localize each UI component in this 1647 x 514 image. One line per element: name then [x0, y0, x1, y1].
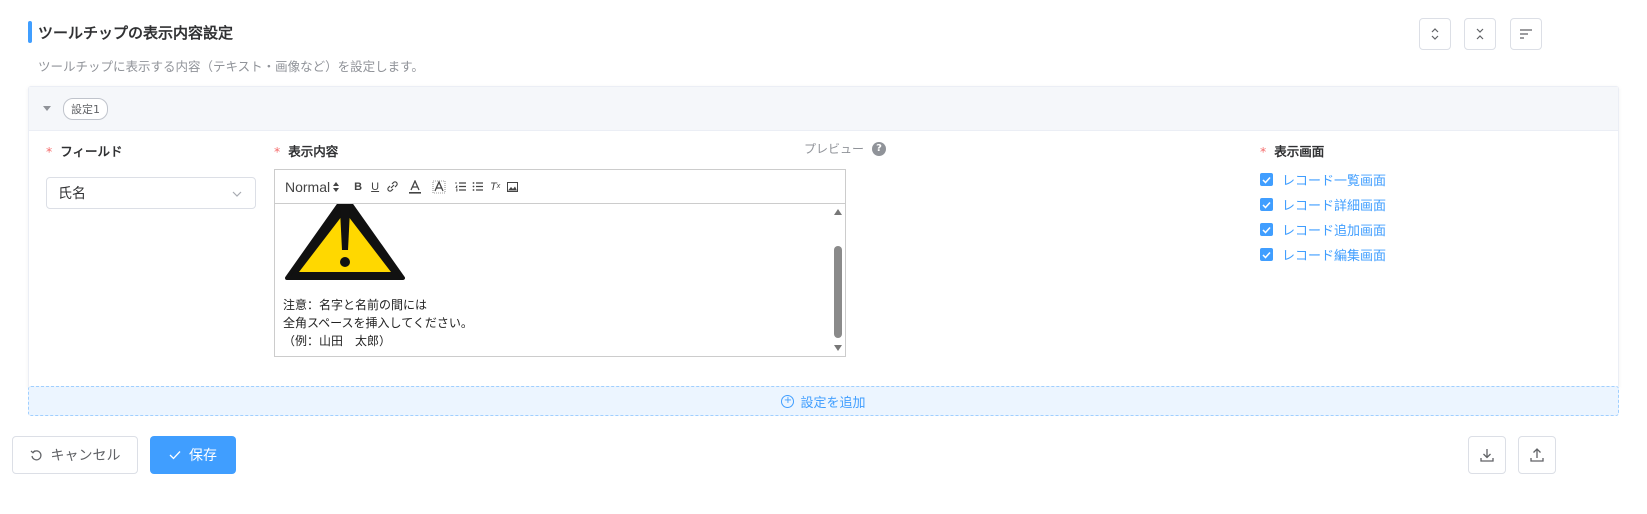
editor-line: 注意：名字と名前の間には — [283, 298, 428, 312]
checkbox-edit-screen[interactable]: レコード編集画面 — [1260, 242, 1386, 267]
rich-text-editor[interactable]: Normal B U Tx 注意：名字と名前の間には 全角スペースを挿入してくだ… — [274, 169, 846, 357]
field-label: * フィールド — [46, 144, 123, 159]
save-label: 保存 — [189, 448, 217, 464]
sort-button[interactable] — [1510, 18, 1542, 50]
add-setting-button[interactable]: + 設定を追加 — [28, 386, 1619, 416]
caret-down-icon[interactable] — [43, 106, 51, 111]
scroll-down-icon[interactable] — [834, 345, 842, 351]
format-select-value: Normal — [285, 178, 331, 195]
scrollbar-thumb[interactable] — [834, 246, 842, 338]
save-button[interactable]: 保存 — [150, 436, 236, 474]
checkbox-label[interactable]: レコード一覧画面 — [1282, 170, 1386, 189]
screens-label: * 表示画面 — [1260, 144, 1325, 159]
checkbox-checked-icon[interactable] — [1260, 223, 1273, 236]
page-header: ツールチップの表示内容設定 — [28, 20, 233, 44]
collapse-all-icon — [1476, 28, 1484, 40]
chevron-down-icon — [232, 191, 242, 197]
check-icon — [169, 451, 181, 460]
title-accent-bar — [28, 21, 32, 43]
required-mark: * — [274, 144, 281, 159]
editor-line: （例：山田 太郎） — [283, 334, 392, 348]
warning-icon — [285, 204, 405, 280]
field-select[interactable]: 氏名 — [46, 177, 256, 209]
required-mark: * — [46, 144, 53, 159]
setting-panel: 設定1 *フィールド 氏名 *表示内容 プレビュー ? Normal B U — [28, 86, 1619, 388]
image-icon[interactable] — [504, 179, 520, 195]
download-button[interactable] — [1468, 436, 1506, 474]
editor-scrollbar[interactable] — [831, 204, 845, 356]
cancel-label: キャンセル — [50, 448, 121, 464]
preview-link[interactable]: プレビュー ? — [804, 140, 887, 157]
collapse-all-button[interactable] — [1464, 18, 1496, 50]
download-icon — [1480, 449, 1494, 462]
link-icon[interactable] — [384, 179, 400, 195]
checkbox-detail-screen[interactable]: レコード詳細画面 — [1260, 192, 1386, 217]
checkbox-label[interactable]: レコード詳細画面 — [1282, 195, 1386, 214]
page-title: ツールチップの表示内容設定 — [38, 23, 234, 42]
required-mark: * — [1260, 144, 1267, 159]
cancel-button[interactable]: キャンセル — [12, 436, 138, 474]
updown-icon — [333, 181, 340, 192]
add-setting-label: 設定を追加 — [800, 395, 866, 411]
screens-checkbox-group: レコード一覧画面 レコード詳細画面 レコード追加画面 レコード編集画面 — [1260, 167, 1386, 267]
format-select[interactable]: Normal — [285, 179, 340, 195]
field-select-value: 氏名 — [58, 186, 86, 202]
reset-icon — [30, 449, 42, 460]
bold-icon[interactable]: B — [350, 179, 366, 195]
clear-format-icon[interactable]: Tx — [487, 179, 503, 195]
expand-all-button[interactable] — [1419, 18, 1451, 50]
upload-button[interactable] — [1518, 436, 1556, 474]
checkbox-list-screen[interactable]: レコード一覧画面 — [1260, 167, 1386, 192]
underline-icon[interactable]: U — [367, 179, 383, 195]
setting-tag: 設定1 — [63, 97, 108, 120]
help-icon[interactable]: ? — [872, 141, 887, 156]
setting-panel-header[interactable]: 設定1 — [29, 87, 1618, 131]
editor-toolbar: Normal B U Tx — [275, 170, 845, 204]
page-description: ツールチップに表示する内容（テキスト・画像など）を設定します。 — [38, 59, 424, 74]
upload-icon — [1530, 448, 1544, 462]
editor-line: 全角スペースを挿入してください。 — [283, 316, 473, 330]
checkbox-add-screen[interactable]: レコード追加画面 — [1260, 217, 1386, 242]
preview-label: プレビュー — [804, 142, 865, 156]
sort-icon — [1520, 29, 1532, 39]
bullet-list-icon[interactable] — [470, 179, 486, 195]
content-label: * 表示内容 — [274, 144, 339, 159]
checkbox-checked-icon[interactable] — [1260, 173, 1273, 186]
editor-content[interactable]: 注意：名字と名前の間には 全角スペースを挿入してください。 （例：山田 太郎） — [275, 204, 845, 356]
checkbox-label[interactable]: レコード編集画面 — [1282, 245, 1386, 264]
background-color-icon[interactable] — [431, 179, 447, 195]
ordered-list-icon[interactable] — [453, 179, 469, 195]
checkbox-checked-icon[interactable] — [1260, 248, 1273, 261]
scroll-up-icon[interactable] — [834, 209, 842, 215]
plus-circle-icon: + — [781, 394, 795, 408]
editor-text: 注意：名字と名前の間には 全角スペースを挿入してください。 （例：山田 太郎） — [283, 296, 473, 350]
font-color-icon[interactable] — [407, 179, 423, 195]
checkbox-label[interactable]: レコード追加画面 — [1282, 220, 1386, 239]
checkbox-checked-icon[interactable] — [1260, 198, 1273, 211]
expand-all-icon — [1431, 28, 1439, 40]
